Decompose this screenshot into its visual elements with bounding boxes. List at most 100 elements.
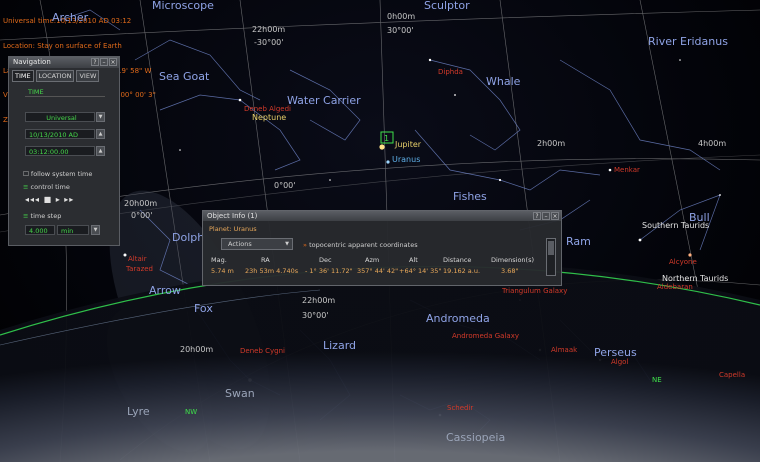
tab-view[interactable]: VIEW [76,70,100,82]
date-stepper[interactable]: ▲ [96,129,105,139]
topocentric-toggle[interactable]: » topocentric apparent coordinates [303,241,418,249]
coord-label: -30°00' [254,38,284,47]
constellation-label[interactable]: Cassiopeia [446,432,505,443]
column-header: Dimension(s) [491,256,535,264]
star-label[interactable]: Algol [611,359,628,366]
coord-label: 20h00m [180,345,214,354]
close-icon[interactable]: × [551,212,559,220]
scrollbar[interactable] [546,238,556,276]
object-info-titlebar[interactable]: Object Info (1) ? – × [203,211,561,221]
column-header: Mag. [211,256,227,264]
topocentric-label: topocentric apparent coordinates [309,241,418,249]
help-icon[interactable]: ? [91,58,99,66]
constellation-label[interactable]: Sculptor [424,0,470,11]
planet-label[interactable]: Neptune [252,114,286,122]
cell-value: +64° 14' 35" [399,267,442,275]
time-step-toggle[interactable]: ≡ time step [23,212,61,220]
constellation-label[interactable]: Fishes [453,191,487,202]
object-info-panel: Object Info (1) ? – × Planet: Uranus Act… [202,210,562,286]
object-label[interactable]: Northern Taurids [662,275,728,283]
column-header: Azm [365,256,380,264]
scrollbar-thumb[interactable] [548,241,554,255]
star-label[interactable]: Aldebaran [657,284,693,291]
planet-label[interactable]: Jupiter [395,141,421,149]
timezone-select[interactable]: Universal [25,112,95,122]
toggle-icon: » [303,241,307,249]
control-time-toggle[interactable]: ≡ control time [23,183,70,191]
star-label[interactable]: Alcyone [669,259,697,266]
coord-label: 20h00m [124,199,158,208]
navigation-titlebar[interactable]: Navigation ? – × [9,57,119,68]
column-header: Dec [319,256,332,264]
time-field[interactable]: 03:12:00.00 [25,146,95,156]
minimize-icon[interactable]: – [542,212,550,220]
toggle-icon: ≡ [23,212,29,220]
star-label[interactable]: Tarazed [126,266,153,273]
horizon-label: NE [652,376,662,384]
close-icon[interactable]: × [109,58,117,66]
constellation-label[interactable]: Swan [225,388,255,399]
star-label[interactable]: Triangulum Galaxy [502,288,567,295]
chevron-down-icon[interactable]: ▼ [96,112,105,122]
toggle-icon: ≡ [23,183,29,191]
coord-label: 0°00' [274,181,296,190]
selection-marker: 1 [384,134,389,143]
navigation-title: Navigation [13,58,51,66]
cell-value: 3.68" [501,267,519,275]
object-name: Planet: Uranus [209,225,257,233]
time-step-value[interactable]: 4.000 [25,225,55,235]
tab-time[interactable]: TIME [12,70,34,82]
constellation-label[interactable]: Perseus [594,347,637,358]
constellation-label[interactable]: Lyre [127,406,150,417]
time-stepper[interactable]: ▲ [96,146,105,156]
star-label[interactable]: Diphda [438,69,463,76]
coord-label: 4h00m [698,139,727,148]
actions-button[interactable]: Actions ▼ [221,238,293,250]
star-label[interactable]: Menkar [614,167,640,174]
constellation-label[interactable]: Microscope [152,0,214,11]
chevron-down-icon[interactable]: ▼ [91,225,100,235]
coord-label: 0h00m [387,12,416,21]
navigation-panel: Navigation ? – × TIME LOCATION VIEW TIME… [8,56,120,246]
constellation-label[interactable]: Lizard [323,340,356,351]
time-step-unit[interactable]: min [57,225,89,235]
sky-view[interactable]: 1 Universal time:10/13/2010 AD 03:12 Loc… [0,0,760,462]
status-line: Location: Stay on surface of Earth [3,42,122,51]
star-label[interactable]: Capella [719,372,745,379]
star-label[interactable]: Deneb Cygni [240,348,285,355]
constellation-label[interactable]: Water Carrier [287,95,361,106]
constellation-label[interactable]: River Eridanus [648,36,728,47]
constellation-label[interactable]: Arrow [149,285,181,296]
planet-label[interactable]: Uranus [392,156,420,164]
tab-location[interactable]: LOCATION [35,70,75,82]
constellation-label[interactable]: Dolph [172,232,204,243]
constellation-label[interactable]: Andromeda [426,313,490,324]
column-header: Distance [443,256,472,264]
star-label[interactable]: Andromeda Galaxy [452,333,519,340]
chevron-down-icon: ▼ [285,241,289,247]
cell-value: 23h 53m 4.740s [245,267,299,275]
constellation-label[interactable]: Fox [194,303,213,314]
help-icon[interactable]: ? [533,212,541,220]
playback-controls[interactable]: ◂◂◂ ■ ▸ ▸▸ [25,195,74,204]
date-field[interactable]: 10/13/2010 AD [25,129,95,139]
column-header: RA [261,256,270,264]
star-label[interactable]: Schedir [447,405,473,412]
constellation-label[interactable]: Whale [486,76,520,87]
constellation-label[interactable]: Archer [52,12,88,23]
object-label[interactable]: Southern Taurids [642,222,709,230]
cell-value: 5.74 m [211,267,234,275]
coord-label: 0°00' [131,211,153,220]
constellation-label[interactable]: Sea Goat [159,71,209,82]
constellation-label[interactable]: Ram [566,236,591,247]
minimize-icon[interactable]: – [100,58,108,66]
cell-value: 357° 44' 42" [357,267,399,275]
follow-system-time-checkbox[interactable]: ☐ follow system time [23,170,92,178]
star-label[interactable]: Altair [128,256,147,263]
star-label[interactable]: Almaak [551,347,577,354]
time-step-label: time step [30,212,62,220]
control-time-label: control time [30,183,70,191]
coord-label: 22h00m [252,25,286,34]
star-label[interactable]: Deneb Algedi [244,106,291,113]
column-header: Alt [409,256,418,264]
